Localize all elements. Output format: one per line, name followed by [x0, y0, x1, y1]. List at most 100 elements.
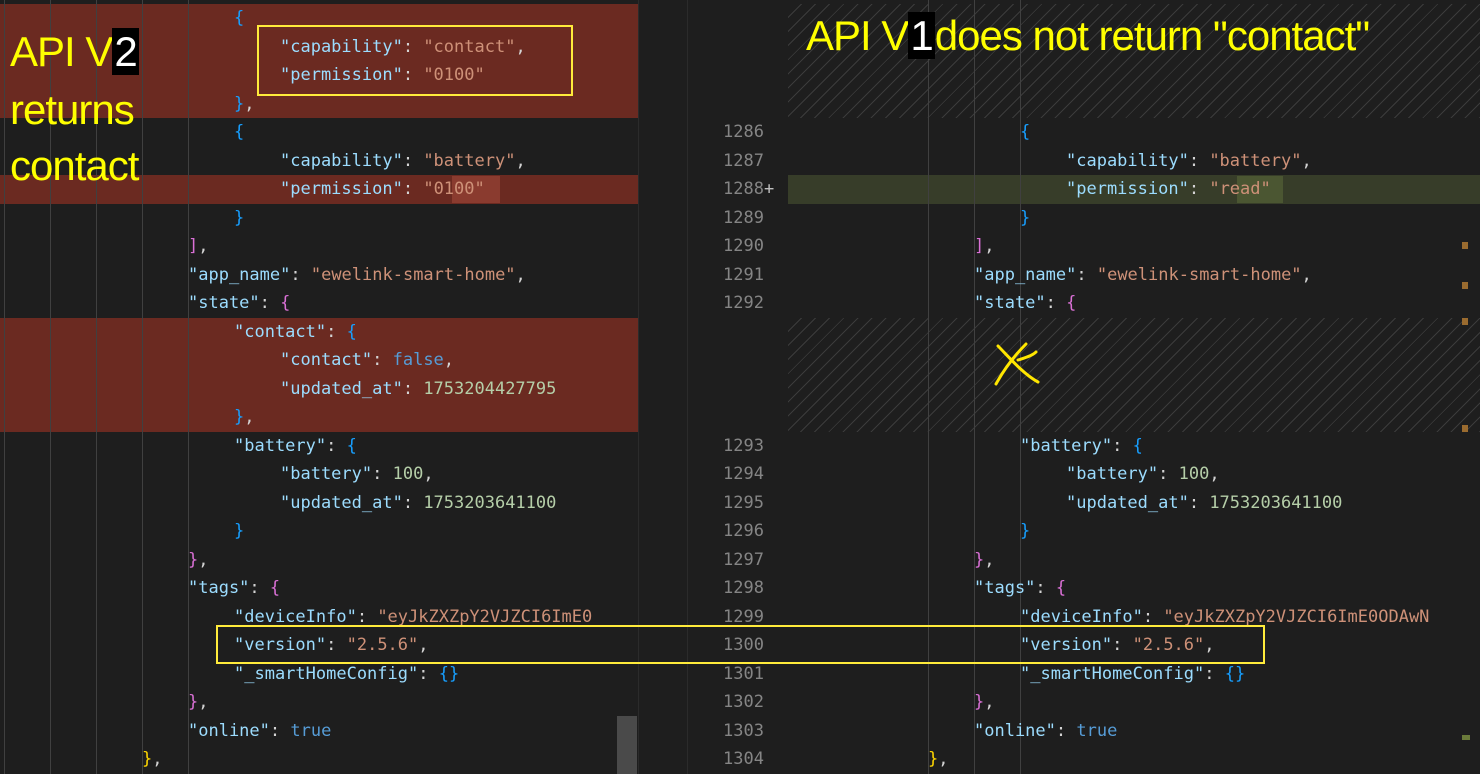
code-token: "app_name" [974, 265, 1077, 285]
code-line: }, [234, 403, 255, 431]
code-token: "deviceInfo" [234, 607, 357, 627]
code-line: "battery": { [234, 432, 357, 460]
code-line: } [1020, 517, 1030, 545]
code-line: { [234, 118, 244, 146]
annotation-text: API V [806, 12, 909, 59]
line-number: 1289 [723, 208, 764, 228]
code-line: "contact": { [234, 318, 357, 346]
code-token: , [198, 236, 209, 256]
code-line: { [1020, 118, 1030, 146]
code-line: "tags": { [188, 574, 280, 602]
code-token: } [974, 550, 985, 570]
annotation-digit: 2 [112, 28, 139, 75]
code-token: "eyJkZXZpY2VJZCI6ImE0 [377, 607, 593, 627]
code-token: "contact" [423, 37, 516, 57]
code-token: "state" [974, 293, 1046, 313]
code-line: }, [974, 546, 995, 574]
code-token: "permission" [280, 65, 403, 85]
code-token: "battery" [1020, 436, 1113, 456]
code-token: "capability" [280, 151, 403, 171]
code-token: : [1112, 635, 1133, 655]
code-token: "contact" [280, 350, 373, 370]
line-number: 1288 [723, 179, 764, 199]
overview-ruler-mark [1462, 282, 1468, 289]
code-token: : [372, 350, 393, 370]
code-token: : [249, 578, 270, 598]
code-token: ] [188, 236, 199, 256]
code-line: "capability": "battery", [1066, 147, 1312, 175]
code-token: , [418, 635, 429, 655]
code-token: : [1142, 607, 1164, 627]
code-token: : [402, 493, 424, 513]
indent-guide [142, 0, 143, 774]
code-token: : [1035, 578, 1056, 598]
line-number: 1303 [723, 721, 764, 741]
code-token: , [1301, 265, 1312, 285]
overview-ruler-mark [1462, 425, 1468, 432]
code-line: "capability": "battery", [280, 147, 526, 175]
code-token: "eyJkZXZpY2VJZCI6ImE0ODAwN [1163, 607, 1430, 627]
pane-divider[interactable] [638, 0, 688, 774]
code-line: "deviceInfo": "eyJkZXZpY2VJZCI6ImE0 [234, 603, 592, 631]
code-token: : [1188, 151, 1210, 171]
code-line: }, [234, 90, 255, 118]
right-diff-pane[interactable]: 1286 {1287 "capability": "battery", 1288 + "p… [688, 0, 1480, 774]
code-token: "version" [234, 635, 327, 655]
line-number: 1296 [723, 521, 764, 541]
code-line: ], [974, 232, 995, 260]
left-scrollbar-thumb[interactable] [617, 716, 637, 774]
code-token: : [259, 293, 281, 313]
code-token: {} [1224, 664, 1246, 684]
code-token: , [244, 94, 255, 114]
line-number: 1300 [723, 635, 764, 655]
indent-guide [4, 0, 5, 774]
code-line: }, [974, 688, 995, 716]
code-token: : [356, 607, 378, 627]
code-line: { [234, 4, 244, 32]
code-token: : [372, 464, 393, 484]
code-line: }, [188, 688, 209, 716]
code-token: , [1301, 151, 1312, 171]
code-token: "ewelink-smart-home" [1096, 265, 1302, 285]
annotation-api-v1: API V1does not return "contact" [806, 12, 1370, 60]
annotation-text: API V [10, 28, 113, 75]
line-number: 1304 [723, 749, 764, 769]
code-line: }, [928, 745, 949, 773]
code-token: "battery" [423, 151, 516, 171]
code-token: "capability" [1066, 151, 1189, 171]
code-line: "battery": 100, [280, 460, 434, 488]
code-token: { [234, 122, 245, 142]
code-line: "online": true [974, 717, 1117, 745]
code-token: "battery" [1209, 151, 1302, 171]
overview-ruler-mark [1462, 735, 1470, 740]
code-token: , [938, 749, 949, 769]
code-token: "battery" [234, 436, 327, 456]
annotation-api-v2: API V2 [10, 28, 139, 76]
annotation-digit: 1 [908, 12, 935, 59]
code-token: "battery" [1066, 464, 1159, 484]
code-line: "online": true [188, 717, 331, 745]
code-token: } [1020, 208, 1031, 228]
code-token: 1753203641100 [1209, 493, 1343, 513]
line-number: 1286 [723, 122, 764, 142]
code-token: "2.5.6" [1132, 635, 1205, 655]
code-token: } [188, 692, 199, 712]
code-token: "updated_at" [280, 493, 403, 513]
code-line: "updated_at": 1753203641100 [1066, 489, 1342, 517]
code-token: } [928, 749, 939, 769]
overview-ruler-mark [1462, 242, 1468, 249]
code-token: { [1020, 122, 1031, 142]
code-token: " [1260, 179, 1271, 199]
code-token: : [402, 379, 424, 399]
code-line: }, [142, 745, 163, 773]
code-token: : [1045, 293, 1067, 313]
code-line: "permission": "read" [1066, 175, 1271, 203]
code-token: 0100 [433, 179, 475, 199]
line-number: 1292 [723, 293, 764, 313]
code-token: "online" [188, 721, 270, 741]
code-token: "battery" [280, 464, 373, 484]
code-line: "app_name": "ewelink-smart-home", [974, 261, 1312, 289]
annotation-contact: contact [10, 142, 139, 189]
code-line: "permission": "0100" [280, 175, 485, 203]
code-token: : [1188, 493, 1210, 513]
